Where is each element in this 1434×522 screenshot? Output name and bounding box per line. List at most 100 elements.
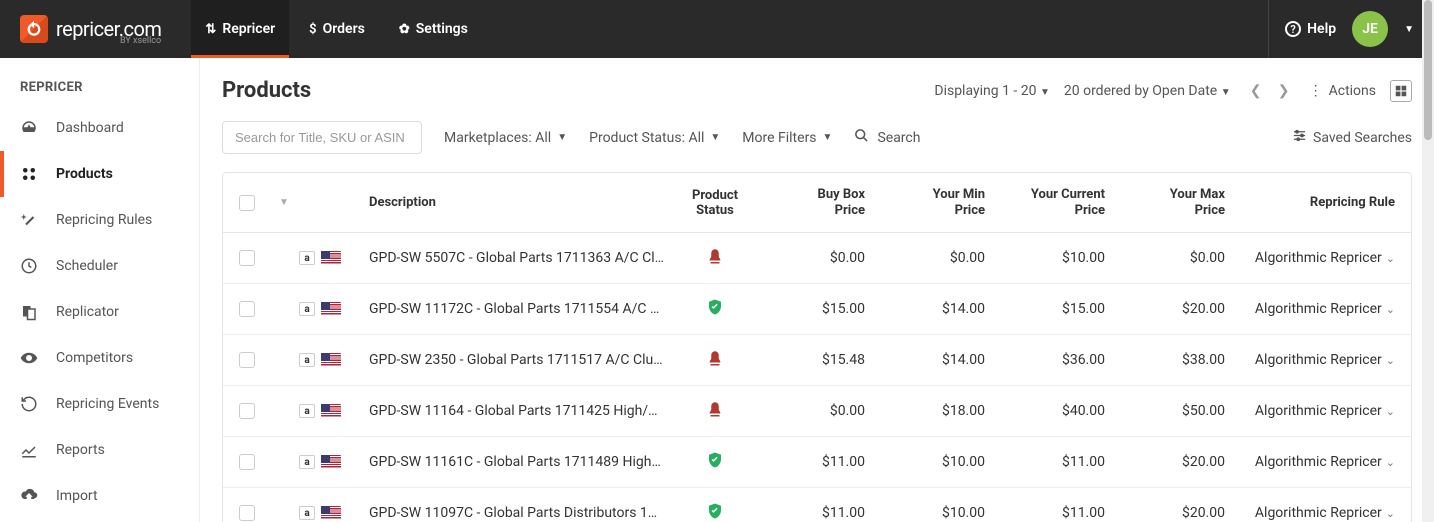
sidebar-item-label: Scheduler — [56, 258, 118, 274]
marketplace-badge: a — [299, 251, 315, 265]
th-description[interactable]: Description — [369, 195, 675, 210]
table-row[interactable]: aGPD-SW 2350 - Global Parts 1711517 A/C … — [223, 335, 1411, 386]
help-link[interactable]: ? Help — [1285, 21, 1336, 37]
user-menu-caret-icon[interactable]: ▼ — [1404, 24, 1414, 35]
flag-us-icon — [321, 404, 341, 418]
marketplace-badge: a — [299, 506, 315, 520]
sidebar-item-import[interactable]: Import — [0, 473, 199, 519]
marketplace-badge: a — [299, 404, 315, 418]
flag-us-icon — [321, 353, 341, 367]
table-row[interactable]: aGPD-SW 11161C - Global Parts 1711489 Hi… — [223, 437, 1411, 488]
row-description: GPD-SW 2350 - Global Parts 1711517 A/C C… — [369, 352, 665, 368]
row-min-price: $14.00 — [875, 352, 995, 368]
layout: REPRICER Dashboard Products Repricing Ru… — [0, 58, 1434, 522]
sort-icon: ⇅ — [205, 22, 216, 37]
logo-icon — [20, 15, 48, 43]
menu-dots-icon: ⋮ — [1309, 83, 1323, 99]
nav-right: ? Help JE ▼ — [1268, 0, 1414, 58]
nav-settings[interactable]: ✿ Settings — [385, 0, 482, 58]
row-description: GPD-SW 11097C - Global Parts Distributor… — [369, 505, 665, 521]
row-checkbox[interactable] — [239, 403, 255, 419]
more-filters[interactable]: More Filters ▼ — [742, 130, 832, 146]
cloud-upload-icon — [20, 487, 38, 505]
search-button[interactable]: Search — [854, 128, 920, 147]
sidebar-item-repricing-events[interactable]: Repricing Events — [0, 381, 199, 427]
sidebar-item-products[interactable]: Products — [0, 151, 199, 197]
chevron-down-icon: ⌄ — [1386, 456, 1395, 469]
grid-view-toggle[interactable] — [1390, 80, 1412, 102]
saved-searches-link[interactable]: Saved Searches — [1292, 128, 1412, 147]
row-checkbox[interactable] — [239, 505, 255, 521]
row-repricing-rule[interactable]: Algorithmic Repricer⌄ — [1235, 250, 1395, 266]
nav-orders[interactable]: $ Orders — [295, 0, 379, 58]
actions-button[interactable]: ⋮ Actions — [1309, 83, 1376, 99]
marketplaces-filter[interactable]: Marketplaces: All ▼ — [444, 130, 567, 146]
table-row[interactable]: a GPD-SW 11097C - Global Parts Distributo… — [223, 488, 1411, 522]
row-buy-box-price: $15.00 — [755, 301, 875, 317]
th-your-max[interactable]: Your MaxPrice — [1115, 187, 1235, 218]
row-current-price: $36.00 — [995, 352, 1115, 368]
sidebar: REPRICER Dashboard Products Repricing Ru… — [0, 58, 200, 522]
status-ok-icon — [706, 451, 724, 469]
main-content: Products Displaying 1 - 20 ▼ 20 ordered … — [200, 58, 1434, 522]
flag-us-icon — [321, 455, 341, 469]
sidebar-item-dashboard[interactable]: Dashboard — [0, 105, 199, 151]
row-min-price: $0.00 — [875, 250, 995, 266]
row-checkbox[interactable] — [239, 454, 255, 470]
row-max-price: $20.00 — [1115, 301, 1235, 317]
status-ok-icon — [706, 502, 724, 520]
table-row[interactable]: aGPD-SW 11172C - Global Parts 1711554 A/… — [223, 284, 1411, 335]
th-repricing-rule[interactable]: Repricing Rule — [1235, 195, 1395, 210]
nav-items: ⇅ Repricer $ Orders ✿ Settings — [191, 0, 481, 58]
copy-icon — [20, 303, 38, 321]
table-row[interactable]: a GPD-SW 11164 - Global Parts 1711425 Hig… — [223, 386, 1411, 437]
vertical-scrollbar[interactable] — [1422, 0, 1434, 522]
toolbar: Marketplaces: All ▼ Product Status: All … — [222, 121, 1412, 154]
row-description: GPD-SW 11161C - Global Parts 1711489 Hig… — [369, 454, 665, 470]
row-repricing-rule[interactable]: Algorithmic Repricer⌄ — [1235, 301, 1395, 317]
products-table: ▼ Description ProductStatus Buy BoxPrice… — [222, 172, 1412, 522]
row-max-price: $20.00 — [1115, 505, 1235, 521]
pager-prev-icon[interactable]: ❮ — [1245, 80, 1267, 102]
sidebar-item-reports[interactable]: Reports — [0, 427, 199, 473]
help-icon: ? — [1285, 21, 1301, 37]
table-header: ▼ Description ProductStatus Buy BoxPrice… — [223, 173, 1411, 233]
pager-next-icon[interactable]: ❯ — [1273, 80, 1295, 102]
th-your-min[interactable]: Your MinPrice — [875, 187, 995, 218]
row-repricing-rule[interactable]: Algorithmic Repricer⌄ — [1235, 505, 1395, 521]
row-repricing-rule[interactable]: Algorithmic Repricer⌄ — [1235, 403, 1395, 419]
row-checkbox[interactable] — [239, 301, 255, 317]
scrollbar-thumb[interactable] — [1424, 0, 1432, 140]
sidebar-item-repricing-rules[interactable]: Repricing Rules — [0, 197, 199, 243]
page-title: Products — [222, 78, 311, 103]
table-row[interactable]: aGPD-SW 5507C - Global Parts 1711363 A/C… — [223, 233, 1411, 284]
nav-repricer[interactable]: ⇅ Repricer — [191, 0, 289, 58]
row-repricing-rule[interactable]: Algorithmic Repricer⌄ — [1235, 352, 1395, 368]
chevron-down-icon: ⌄ — [1386, 303, 1395, 316]
sort-caret-icon[interactable]: ▼ — [279, 197, 289, 208]
sidebar-item-label: Repricing Events — [56, 396, 159, 412]
th-your-current[interactable]: Your CurrentPrice — [995, 187, 1115, 218]
grid-icon — [1394, 84, 1408, 98]
sidebar-item-replicator[interactable]: Replicator — [0, 289, 199, 335]
row-checkbox[interactable] — [239, 352, 255, 368]
th-buy-box[interactable]: Buy BoxPrice — [755, 187, 875, 218]
row-description: GPD-SW 11164 - Global Parts 1711425 High… — [369, 403, 665, 419]
sidebar-item-label: Replicator — [56, 304, 119, 320]
select-all-checkbox[interactable] — [239, 195, 255, 211]
order-info[interactable]: 20 ordered by Open Date ▼ — [1064, 83, 1231, 99]
sidebar-item-label: Competitors — [56, 350, 133, 366]
row-max-price: $50.00 — [1115, 403, 1235, 419]
result-info[interactable]: Displaying 1 - 20 ▼ — [934, 83, 1050, 99]
th-product-status[interactable]: ProductStatus — [675, 188, 755, 218]
caret-down-icon: ▼ — [557, 132, 567, 143]
avatar[interactable]: JE — [1352, 11, 1388, 47]
sidebar-item-competitors[interactable]: Competitors — [0, 335, 199, 381]
row-repricing-rule[interactable]: Algorithmic Repricer⌄ — [1235, 454, 1395, 470]
sidebar-item-scheduler[interactable]: Scheduler — [0, 243, 199, 289]
row-buy-box-price: $0.00 — [755, 403, 875, 419]
row-checkbox[interactable] — [239, 250, 255, 266]
product-status-filter[interactable]: Product Status: All ▼ — [589, 130, 720, 146]
search-input[interactable] — [222, 121, 422, 154]
row-current-price: $40.00 — [995, 403, 1115, 419]
